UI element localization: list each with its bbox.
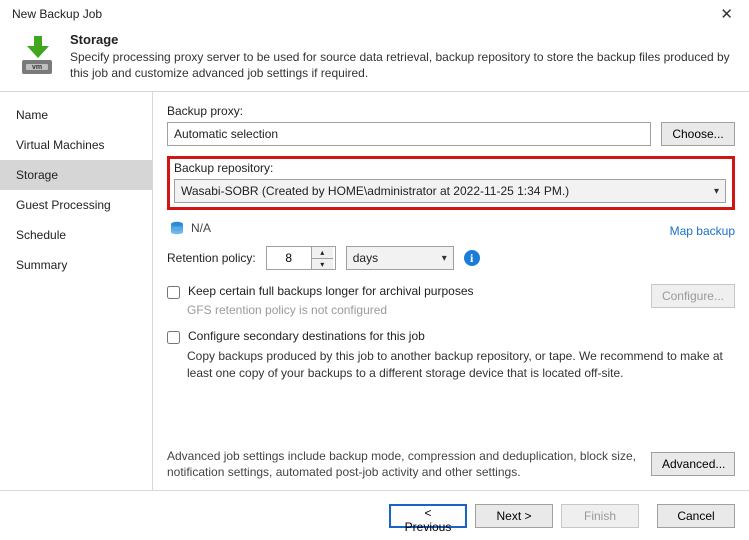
backup-repository-value: Wasabi-SOBR (Created by HOME\administrat… — [181, 184, 569, 198]
window-title: New Backup Job — [12, 7, 102, 21]
page-title: Storage — [70, 32, 733, 47]
gfs-checkbox[interactable] — [167, 286, 180, 299]
cancel-button[interactable]: Cancel — [657, 504, 735, 528]
sidebar-item-storage[interactable]: Storage — [0, 160, 152, 190]
page-description: Specify processing proxy server to be us… — [70, 49, 733, 81]
retention-value-input[interactable] — [267, 250, 311, 266]
close-icon[interactable]: ✕ — [714, 5, 739, 24]
backup-repository-dropdown[interactable]: Wasabi-SOBR (Created by HOME\administrat… — [174, 179, 726, 203]
backup-proxy-label: Backup proxy: — [167, 104, 735, 118]
sidebar-item-name[interactable]: Name — [0, 100, 152, 130]
choose-proxy-button[interactable]: Choose... — [661, 122, 735, 146]
backup-proxy-value: Automatic selection — [174, 127, 278, 141]
content-panel: Backup proxy: Automatic selection Choose… — [153, 92, 749, 490]
gfs-subtext: GFS retention policy is not configured — [187, 303, 651, 317]
secondary-dest-checkbox[interactable] — [167, 331, 180, 344]
spinner-up-icon[interactable]: ▴ — [312, 247, 333, 259]
retention-unit-value: days — [353, 251, 378, 265]
svg-text:vm: vm — [32, 64, 42, 71]
backup-proxy-field[interactable]: Automatic selection — [167, 122, 651, 146]
retention-unit-dropdown[interactable]: days ▾ — [346, 246, 454, 270]
previous-button[interactable]: < Previous — [389, 504, 467, 528]
spinner-down-icon[interactable]: ▾ — [312, 259, 333, 270]
dialog-header: vm Storage Specify processing proxy serv… — [0, 28, 749, 92]
configure-gfs-button: Configure... — [651, 284, 735, 308]
secondary-dest-label: Configure secondary destinations for thi… — [188, 329, 425, 343]
sidebar-item-virtual-machines[interactable]: Virtual Machines — [0, 130, 152, 160]
map-backup-link[interactable]: Map backup — [670, 224, 735, 238]
secondary-dest-description: Copy backups produced by this job to ano… — [187, 348, 735, 380]
sidebar-item-guest-processing[interactable]: Guest Processing — [0, 190, 152, 220]
title-bar: New Backup Job ✕ — [0, 0, 749, 28]
disk-stack-icon — [169, 220, 185, 236]
wizard-sidebar: Name Virtual Machines Storage Guest Proc… — [0, 92, 153, 490]
retention-policy-label: Retention policy: — [167, 251, 256, 265]
capacity-row: N/A — [169, 220, 211, 236]
backup-repository-label: Backup repository: — [174, 161, 728, 175]
retention-value-spinner[interactable]: ▴ ▾ — [266, 246, 336, 270]
sidebar-item-summary[interactable]: Summary — [0, 250, 152, 280]
chevron-down-icon: ▾ — [442, 253, 447, 264]
dialog-body: Name Virtual Machines Storage Guest Proc… — [0, 92, 749, 490]
advanced-description: Advanced job settings include backup mod… — [167, 448, 641, 480]
storage-arrow-icon: vm — [16, 34, 58, 76]
gfs-checkbox-label: Keep certain full backups longer for arc… — [188, 284, 474, 298]
chevron-down-icon: ▾ — [714, 186, 719, 197]
sidebar-item-schedule[interactable]: Schedule — [0, 220, 152, 250]
info-icon[interactable]: i — [464, 250, 480, 266]
repository-highlight: Backup repository: Wasabi-SOBR (Created … — [167, 156, 735, 210]
capacity-value: N/A — [191, 221, 211, 235]
next-button[interactable]: Next > — [475, 504, 553, 528]
finish-button: Finish — [561, 504, 639, 528]
advanced-button[interactable]: Advanced... — [651, 452, 735, 476]
header-text: Storage Specify processing proxy server … — [70, 32, 733, 81]
dialog-footer: < Previous Next > Finish Cancel — [0, 490, 749, 540]
